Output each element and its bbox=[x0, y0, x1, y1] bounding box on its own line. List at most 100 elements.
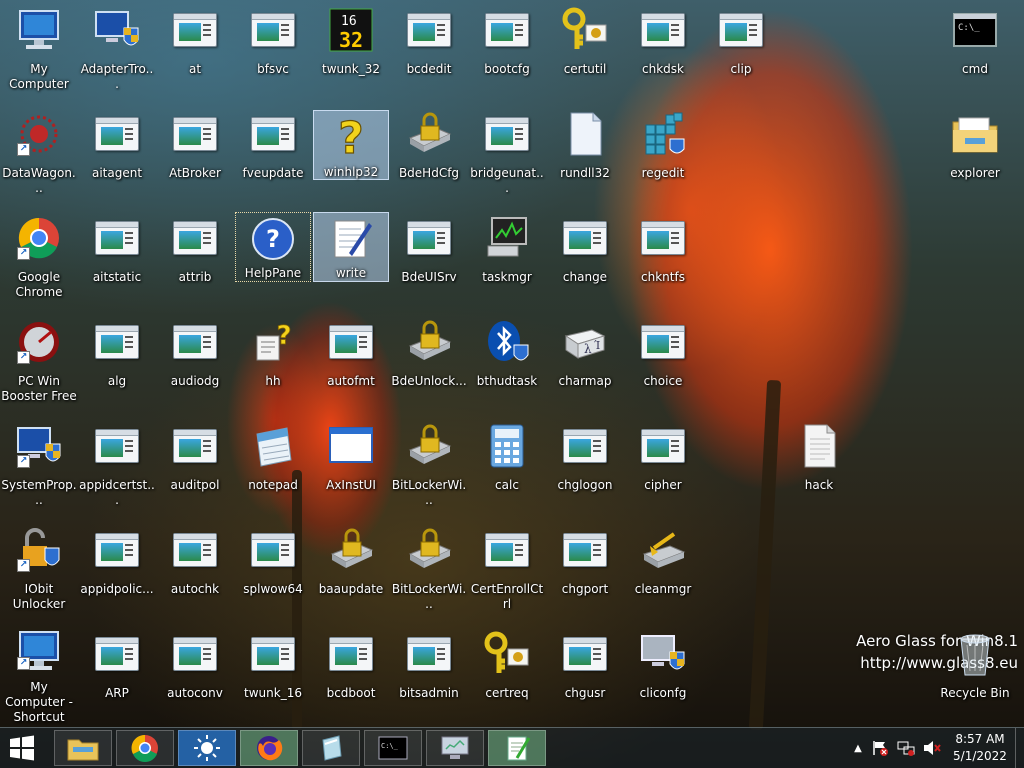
desktop-icon-my-computer[interactable]: My Computer bbox=[1, 0, 77, 100]
taskbar-chrome[interactable] bbox=[116, 730, 174, 766]
exe-window-icon bbox=[249, 110, 297, 158]
desktop-icon-chkdsk[interactable]: chkdsk bbox=[625, 0, 701, 100]
desktop-icon-arp[interactable]: ARP bbox=[79, 624, 155, 724]
desktop-icon-taskmgr[interactable]: taskmgr bbox=[469, 208, 545, 308]
desktop-icon-bcdboot[interactable]: bcdboot bbox=[313, 624, 389, 724]
desktop-icon-at[interactable]: at bbox=[157, 0, 233, 100]
desktop-icon-atbroker[interactable]: AtBroker bbox=[157, 104, 233, 204]
icon-label: certreq bbox=[485, 686, 529, 700]
desktop-icon-rundll32[interactable]: rundll32 bbox=[547, 104, 623, 204]
desktop-icon-bdeuisrv[interactable]: BdeUISrv bbox=[391, 208, 467, 308]
desktop-icon-twunk-16[interactable]: twunk_16 bbox=[235, 624, 311, 724]
icon-label: write bbox=[335, 266, 367, 280]
desktop-icon-bitlockerwi-2[interactable]: BitLockerWi... bbox=[391, 520, 467, 620]
icon-label: taskmgr bbox=[482, 270, 532, 284]
desktop-icon-bitsadmin[interactable]: bitsadmin bbox=[391, 624, 467, 724]
taskbar-firefox[interactable] bbox=[240, 730, 298, 766]
exe-window-icon bbox=[639, 214, 687, 262]
show-desktop-button[interactable] bbox=[1015, 728, 1024, 768]
desktop-icon-certenrollctrl[interactable]: CertEnrollCtrl bbox=[469, 520, 545, 620]
desktop-icon-splwow64[interactable]: splwow64 bbox=[235, 520, 311, 620]
icon-label: Google Chrome bbox=[15, 270, 63, 299]
desktop-icon-alg[interactable]: alg bbox=[79, 312, 155, 412]
icon-label: CertEnrollCtrl bbox=[470, 582, 544, 611]
desktop-icon-axinstui[interactable]: AxInstUI bbox=[313, 416, 389, 516]
desktop-icon-bdehdcfg[interactable]: BdeHdCfg bbox=[391, 104, 467, 204]
desktop-icon-autochk[interactable]: autochk bbox=[157, 520, 233, 620]
network-icon[interactable] bbox=[896, 739, 916, 757]
desktop-icon-chgport[interactable]: chgport bbox=[547, 520, 623, 620]
blank-window-icon bbox=[327, 422, 375, 470]
monitor-icon bbox=[441, 736, 469, 759]
taskbar-notepad-plus[interactable] bbox=[488, 730, 546, 766]
desktop-icon-bitlockerwi-1[interactable]: BitLockerWi... bbox=[391, 416, 467, 516]
desktop-icon-cipher[interactable]: cipher bbox=[625, 416, 701, 516]
taskbar-clock[interactable]: 8:57 AM 5/1/2022 bbox=[945, 731, 1015, 765]
desktop-icon-attrib[interactable]: attrib bbox=[157, 208, 233, 308]
desktop-icon-winhlp32[interactable]: ? winhlp32 bbox=[313, 110, 389, 180]
desktop-icon-chgusr[interactable]: chgusr bbox=[547, 624, 623, 724]
desktop-icon-explorer[interactable]: explorer bbox=[937, 104, 1013, 204]
desktop-icon-bfsvc[interactable]: bfsvc bbox=[235, 0, 311, 100]
taskbar-glass[interactable] bbox=[302, 730, 360, 766]
desktop-icon-calc[interactable]: calc bbox=[469, 416, 545, 516]
tray-overflow-chevron-icon[interactable]: ▲ bbox=[849, 743, 867, 754]
desktop-icon-write[interactable]: write bbox=[313, 212, 389, 282]
windows-logo-icon bbox=[10, 735, 34, 761]
desktop-icon-clip[interactable]: clip bbox=[703, 0, 779, 100]
desktop-icon-helppane[interactable]: ? HelpPane bbox=[235, 212, 311, 282]
svg-text:?: ? bbox=[276, 321, 291, 351]
desktop-icon-appidcertst[interactable]: appidcertst... bbox=[79, 416, 155, 516]
desktop-icon-cleanmgr[interactable]: cleanmgr bbox=[625, 520, 701, 620]
desktop-icon-aitstatic[interactable]: aitstatic bbox=[79, 208, 155, 308]
icon-label: chglogon bbox=[557, 478, 613, 492]
desktop-icon-bridgeunat[interactable]: bridgeunat... bbox=[469, 104, 545, 204]
icon-label: bootcfg bbox=[484, 62, 530, 76]
desktop-icon-cmd[interactable]: C:\_ cmd bbox=[937, 0, 1013, 100]
desktop-icon-recycle-bin[interactable]: Recycle Bin bbox=[937, 624, 1013, 724]
volume-muted-icon[interactable] bbox=[922, 739, 942, 757]
desktop-icon-autoconv[interactable]: autoconv bbox=[157, 624, 233, 724]
desktop-icon-hh[interactable]: ? hh bbox=[235, 312, 311, 412]
desktop-icon-aitagent[interactable]: aitagent bbox=[79, 104, 155, 204]
desktop-icon-bootcfg[interactable]: bootcfg bbox=[469, 0, 545, 100]
action-center-flag-icon[interactable] bbox=[870, 739, 890, 757]
desktop-icon-bthudtask[interactable]: bthudtask bbox=[469, 312, 545, 412]
desktop-icon-baaupdate[interactable]: baaupdate bbox=[313, 520, 389, 620]
chrome-icon: ↗ bbox=[15, 214, 63, 262]
desktop-icon-fveupdate[interactable]: fveupdate bbox=[235, 104, 311, 204]
desktop-icon-systemprop[interactable]: ↗ SystemProp... bbox=[1, 416, 77, 516]
desktop-icon-bcdedit[interactable]: bcdedit bbox=[391, 0, 467, 100]
desktop-icon-iobit-unlocker[interactable]: ↗ IObit Unlocker bbox=[1, 520, 77, 620]
desktop-icon-notepad[interactable]: notepad bbox=[235, 416, 311, 516]
start-button[interactable] bbox=[0, 728, 44, 768]
desktop-icon-appidpolic[interactable]: appidpolic... bbox=[79, 520, 155, 620]
desktop-icon-datawagon[interactable]: ↗ DataWagon... bbox=[1, 104, 77, 204]
desktop-icon-google-chrome[interactable]: ↗ Google Chrome bbox=[1, 208, 77, 308]
desktop-icon-certutil[interactable]: certutil bbox=[547, 0, 623, 100]
desktop-icon-adaptertro[interactable]: AdapterTro... bbox=[79, 0, 155, 100]
desktop-icon-chkntfs[interactable]: chkntfs bbox=[625, 208, 701, 308]
desktop-icon-pc-win-booster[interactable]: ↗ PC Win Booster Free bbox=[1, 312, 77, 412]
desktop-icon-auditpol[interactable]: auditpol bbox=[157, 416, 233, 516]
desktop-icon-twunk-32[interactable]: 16 32 twunk_32 bbox=[313, 0, 389, 100]
taskbar-weather[interactable] bbox=[178, 730, 236, 766]
desktop-icon-cliconfg[interactable]: cliconfg bbox=[625, 624, 701, 724]
desktop-icon-hack[interactable]: hack bbox=[781, 416, 857, 516]
desktop-icon-certreq[interactable]: certreq bbox=[469, 624, 545, 724]
desktop-icon-change[interactable]: change bbox=[547, 208, 623, 308]
desktop-icon-my-computer-shortcut[interactable]: ↗ My Computer - Shortcut bbox=[1, 624, 77, 724]
desktop-icon-autofmt[interactable]: autofmt bbox=[313, 312, 389, 412]
taskbar-system[interactable] bbox=[426, 730, 484, 766]
desktop-icon-choice[interactable]: choice bbox=[625, 312, 701, 412]
desktop-icon-audiodg[interactable]: audiodg bbox=[157, 312, 233, 412]
bitlocker-drive-icon bbox=[405, 110, 453, 158]
icon-label: auditpol bbox=[170, 478, 220, 492]
desktop-icon-bdeunlock[interactable]: BdeUnlock... bbox=[391, 312, 467, 412]
icon-label: hh bbox=[265, 374, 281, 388]
desktop-icon-chglogon[interactable]: chglogon bbox=[547, 416, 623, 516]
taskbar-cmd[interactable]: C:\_ bbox=[364, 730, 422, 766]
desktop-icon-regedit[interactable]: regedit bbox=[625, 104, 701, 204]
taskbar-file-explorer[interactable] bbox=[54, 730, 112, 766]
desktop-icon-charmap[interactable]: λΊ charmap bbox=[547, 312, 623, 412]
